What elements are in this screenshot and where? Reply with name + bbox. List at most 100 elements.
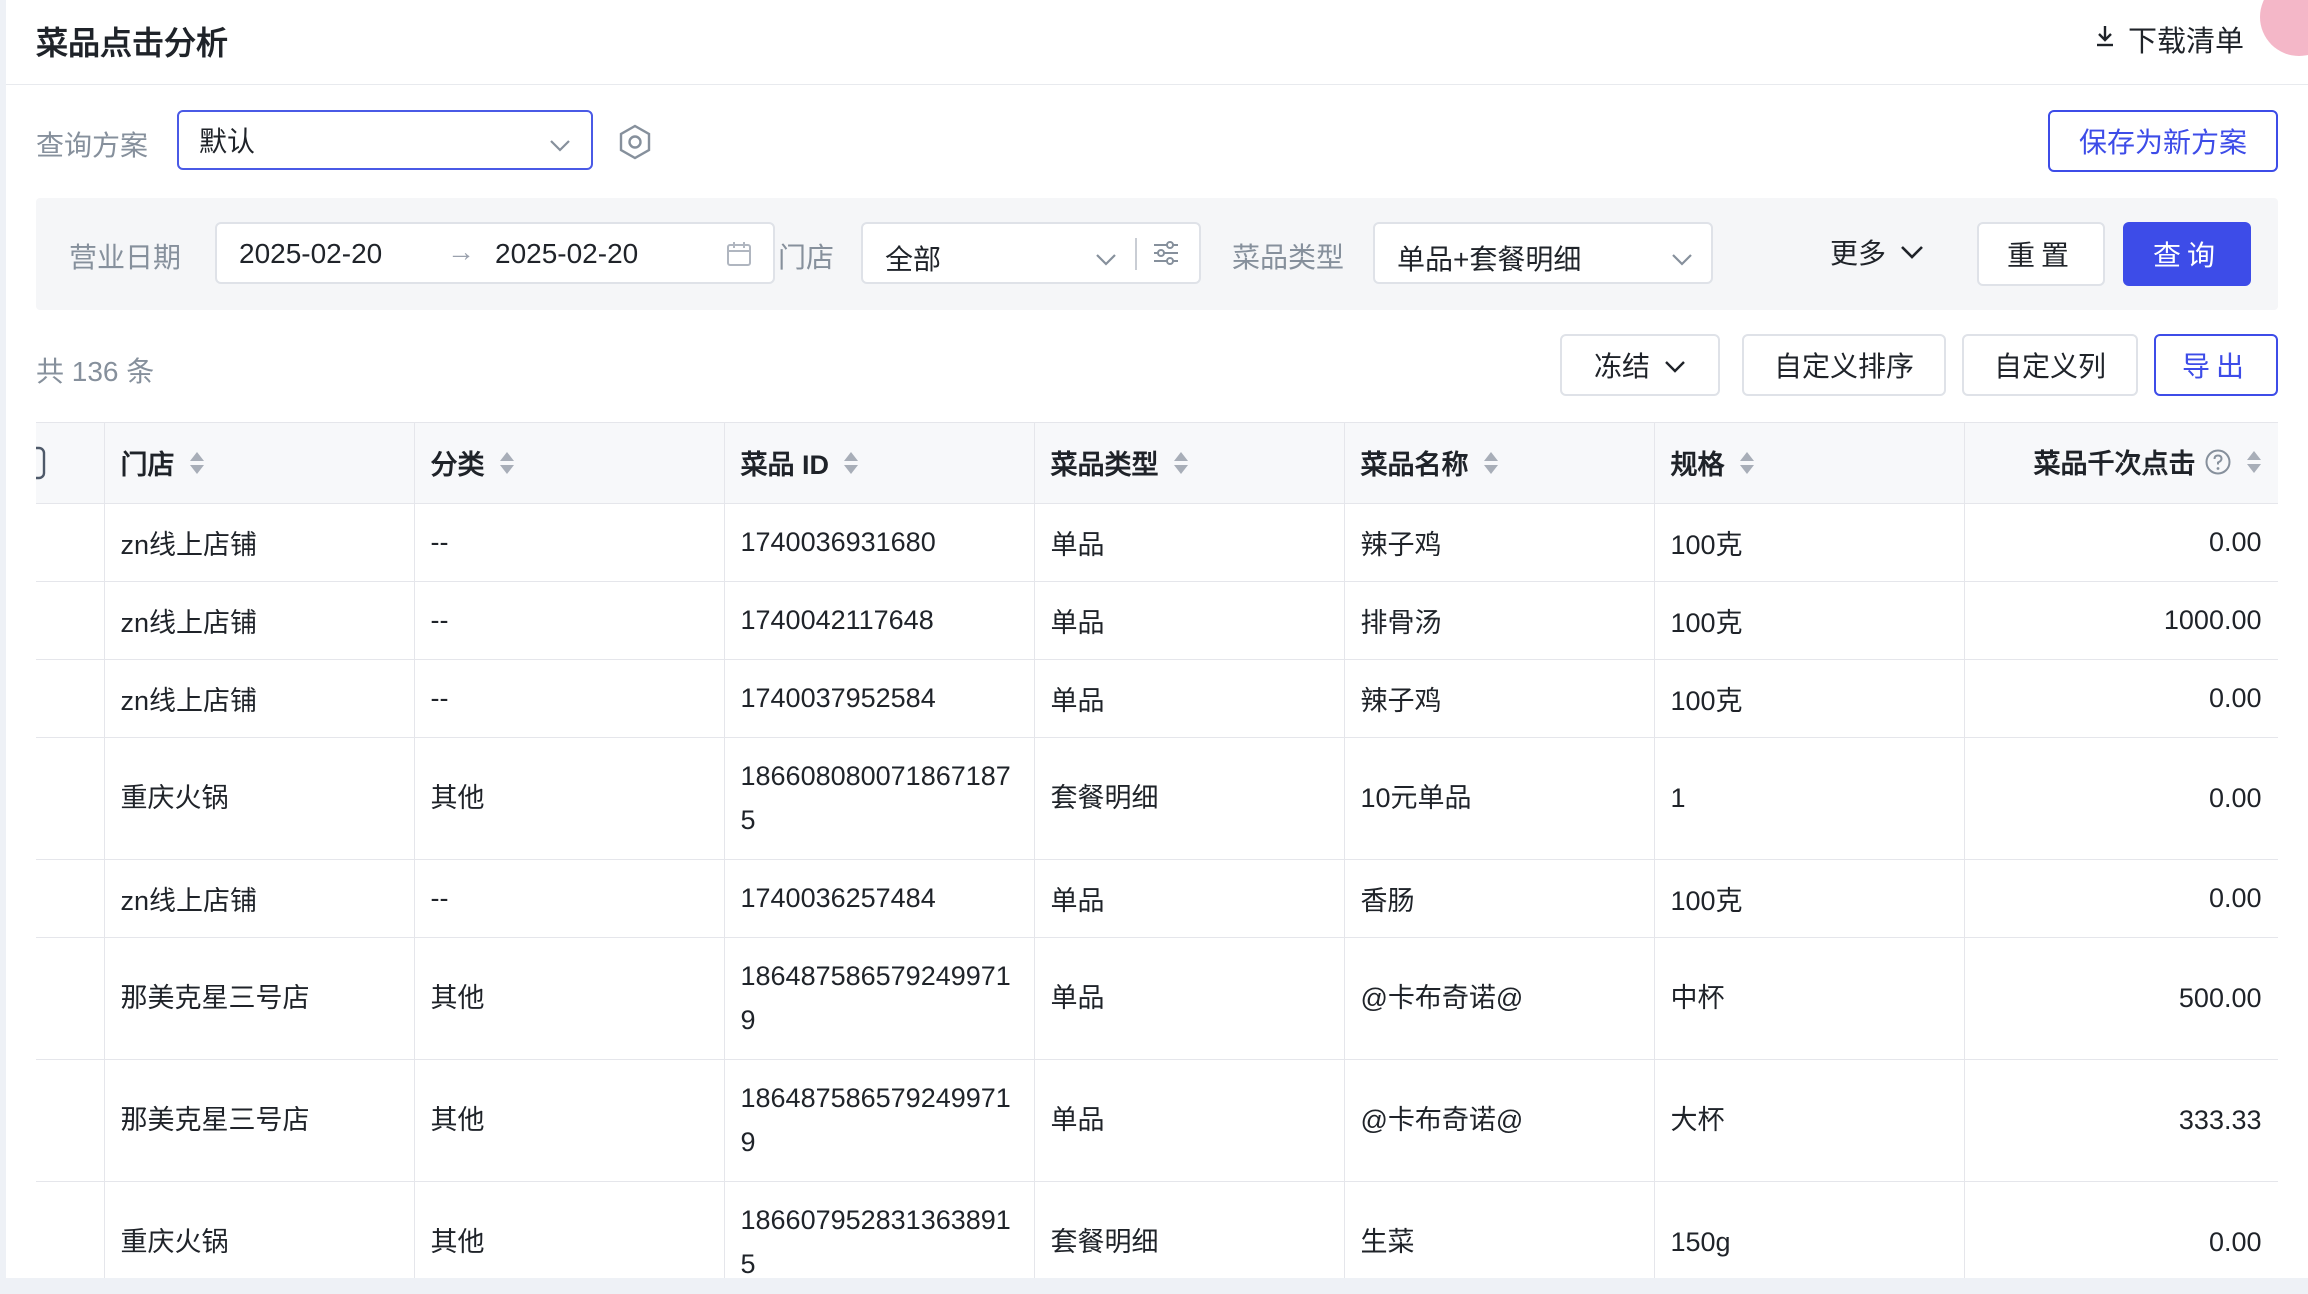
cell-spec: 大杯: [1654, 1059, 1965, 1182]
row-select-cell[interactable]: [36, 581, 105, 660]
table-row[interactable]: 重庆火锅 其他 1866080800718671875 套餐明细 10元单品 1…: [36, 737, 2278, 860]
save-new-scheme-button[interactable]: 保存为新方案: [2048, 110, 2278, 172]
row-select-cell[interactable]: [36, 659, 105, 738]
store-select[interactable]: 全部: [861, 222, 1201, 284]
cell-dish-type: 单品: [1034, 937, 1345, 1060]
data-table: 门店 分类 菜品 ID 菜品类型 菜品名称 规格 菜品千次点击 zn线上店铺 -…: [36, 422, 2278, 1278]
row-select-cell[interactable]: [36, 503, 105, 582]
sort-icon[interactable]: [499, 450, 515, 483]
table-row[interactable]: zn线上店铺 -- 1740037952584 单品 辣子鸡 100克 0.00: [36, 659, 2278, 738]
column-header-label: 规格: [1670, 449, 1725, 480]
cell-dish-name: 10元单品: [1344, 737, 1655, 860]
sort-icon[interactable]: [1483, 450, 1499, 483]
cell-clicks: 0.00: [1964, 659, 2278, 738]
cell-dish-name: @卡布奇诺@: [1344, 1059, 1655, 1182]
cell-dish-id: 1740042117648: [724, 581, 1035, 660]
sort-icon[interactable]: [2246, 449, 2262, 482]
more-label: 更多: [1830, 238, 1887, 269]
chevron-down-icon: [549, 128, 571, 160]
cell-category: --: [414, 503, 725, 582]
sort-icon[interactable]: [1739, 450, 1755, 483]
query-button[interactable]: 查询: [2123, 222, 2251, 286]
cell-store: zn线上店铺: [104, 581, 415, 660]
reset-button[interactable]: 重置: [1977, 222, 2105, 286]
custom-sort-button[interactable]: 自定义排序: [1742, 334, 1946, 396]
row-select-cell[interactable]: [36, 1181, 105, 1278]
sort-icon[interactable]: [189, 450, 205, 483]
cell-category: 其他: [414, 937, 725, 1060]
help-icon[interactable]: [2204, 448, 2232, 483]
filter-settings-icon[interactable]: [1151, 238, 1181, 275]
freeze-button[interactable]: 冻结: [1560, 334, 1720, 396]
column-header-store[interactable]: 门店: [104, 423, 415, 504]
column-header-label: 菜品名称: [1360, 449, 1469, 480]
row-select-cell[interactable]: [36, 859, 105, 938]
select-column-header[interactable]: [36, 423, 105, 504]
cell-spec: 100克: [1654, 659, 1965, 738]
avatar[interactable]: [2260, 0, 2308, 56]
table-row[interactable]: zn线上店铺 -- 1740036931680 单品 辣子鸡 100克 0.00: [36, 503, 2278, 582]
cell-spec: 150g: [1654, 1181, 1965, 1278]
column-header-dish-id[interactable]: 菜品 ID: [724, 423, 1035, 504]
cell-dish-name: 辣子鸡: [1344, 503, 1655, 582]
scheme-selected-value: 默认: [199, 126, 256, 157]
cell-category: --: [414, 581, 725, 660]
table-row[interactable]: 那美克星三号店 其他 1864875865792499719 单品 @卡布奇诺@…: [36, 1059, 2278, 1182]
divider: [1135, 238, 1137, 270]
custom-columns-button[interactable]: 自定义列: [1962, 334, 2138, 396]
sort-icon[interactable]: [1173, 450, 1189, 483]
column-header-spec[interactable]: 规格: [1654, 423, 1965, 504]
cell-dish-type: 套餐明细: [1034, 1181, 1345, 1278]
cell-dish-name: 辣子鸡: [1344, 659, 1655, 738]
chevron-down-icon: [1671, 242, 1693, 274]
table-row[interactable]: zn线上店铺 -- 1740042117648 单品 排骨汤 100克 1000…: [36, 581, 2278, 660]
cell-spec: 1: [1654, 737, 1965, 860]
sort-icon[interactable]: [843, 450, 859, 483]
table-row[interactable]: zn线上店铺 -- 1740036257484 单品 香肠 100克 0.00: [36, 859, 2278, 938]
cell-category: 其他: [414, 1059, 725, 1182]
table-row[interactable]: 那美克星三号店 其他 1864875865792499719 单品 @卡布奇诺@…: [36, 937, 2278, 1060]
cell-store: zn线上店铺: [104, 503, 415, 582]
date-range-picker[interactable]: 2025-02-20 → 2025-02-20: [215, 222, 775, 284]
cell-spec: 100克: [1654, 503, 1965, 582]
scheme-row: 查询方案 默认 保存为新方案: [36, 108, 2278, 174]
column-header-category[interactable]: 分类: [414, 423, 725, 504]
cell-dish-id: 1740036257484: [724, 859, 1035, 938]
table-row[interactable]: 重庆火锅 其他 1866079528313638915 套餐明细 生菜 150g…: [36, 1181, 2278, 1278]
column-header-label: 门店: [120, 449, 175, 480]
row-select-cell[interactable]: [36, 937, 105, 1060]
cell-store: 那美克星三号店: [104, 1059, 415, 1182]
download-list-link[interactable]: 下载清单: [2094, 18, 2244, 60]
cell-category: --: [414, 859, 725, 938]
cell-spec: 100克: [1654, 859, 1965, 938]
export-button[interactable]: 导出: [2154, 334, 2278, 396]
cell-dish-name: 香肠: [1344, 859, 1655, 938]
scheme-select[interactable]: 默认: [177, 110, 593, 170]
row-select-cell[interactable]: [36, 1059, 105, 1182]
cell-dish-type: 单品: [1034, 503, 1345, 582]
top-bar: 菜品点击分析 下载清单: [6, 0, 2308, 85]
download-icon: [2094, 23, 2116, 56]
cell-dish-type: 单品: [1034, 581, 1345, 660]
cell-dish-id: 1866079528313638915: [724, 1181, 1035, 1278]
date-start: 2025-02-20: [239, 238, 383, 269]
column-header-label: 菜品类型: [1050, 449, 1159, 480]
table-header-row: 门店 分类 菜品 ID 菜品类型 菜品名称 规格 菜品千次点击: [36, 423, 2278, 504]
chevron-down-icon: [1664, 349, 1686, 381]
cell-clicks: 0.00: [1964, 737, 2278, 860]
column-header-dish-name[interactable]: 菜品名称: [1344, 423, 1655, 504]
column-header-dish-type[interactable]: 菜品类型: [1034, 423, 1345, 504]
cell-clicks: 0.00: [1964, 1181, 2278, 1278]
cell-clicks: 1000.00: [1964, 581, 2278, 660]
dish-type-select[interactable]: 单品+套餐明细: [1373, 222, 1713, 284]
cell-dish-id: 1864875865792499719: [724, 1059, 1035, 1182]
store-value: 全部: [885, 244, 942, 275]
gear-icon[interactable]: [618, 124, 652, 165]
row-select-cell[interactable]: [36, 737, 105, 860]
cell-dish-id: 1866080800718671875: [724, 737, 1035, 860]
more-filters-button[interactable]: 更多: [1830, 232, 1924, 272]
dish-type-value: 单品+套餐明细: [1397, 244, 1582, 275]
column-header-clicks-per-thousand[interactable]: 菜品千次点击: [1964, 423, 2278, 504]
cell-store: 重庆火锅: [104, 1181, 415, 1278]
column-header-label: 分类: [430, 449, 485, 480]
